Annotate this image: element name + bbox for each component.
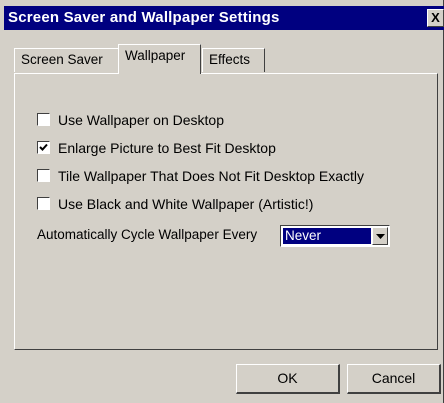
cancel-button[interactable]: Cancel [347,364,441,394]
tab-effects[interactable]: Effects [202,48,265,72]
checkbox-box[interactable] [37,169,50,182]
tile-wallpaper-label[interactable]: Tile Wallpaper That Does Not Fit Desktop… [58,167,364,185]
checkmark-icon [39,143,48,151]
black-white-wallpaper-label[interactable]: Use Black and White Wallpaper (Artistic!… [58,195,313,213]
enlarge-picture-label[interactable]: Enlarge Picture to Best Fit Desktop [58,139,276,157]
chevron-down-icon [376,234,385,239]
window-title: Screen Saver and Wallpaper Settings [8,9,280,26]
wallpaper-panel: Use Wallpaper on Desktop Enlarge Picture… [14,73,438,350]
ok-button[interactable]: OK [236,364,340,394]
tab-screen-saver[interactable]: Screen Saver [14,48,120,72]
use-wallpaper-label[interactable]: Use Wallpaper on Desktop [58,111,224,129]
title-bar[interactable]: Screen Saver and Wallpaper Settings X [4,6,444,30]
close-icon[interactable]: X [431,10,440,25]
checkbox-box[interactable] [37,197,50,210]
cycle-wallpaper-label: Automatically Cycle Wallpaper Every [37,227,258,242]
dropdown-button[interactable] [372,227,388,245]
cycle-interval-value[interactable]: Never [283,228,371,244]
close-button[interactable]: X [427,9,444,27]
settings-dialog: Screen Saver and Wallpaper Settings X Sc… [0,0,444,403]
tab-strip: Screen Saver Wallpaper Effects [14,44,434,74]
checkbox-box[interactable] [37,113,50,126]
checkbox-box[interactable] [37,141,50,154]
tab-wallpaper[interactable]: Wallpaper [118,44,201,74]
cycle-interval-dropdown[interactable]: Never [280,225,390,247]
